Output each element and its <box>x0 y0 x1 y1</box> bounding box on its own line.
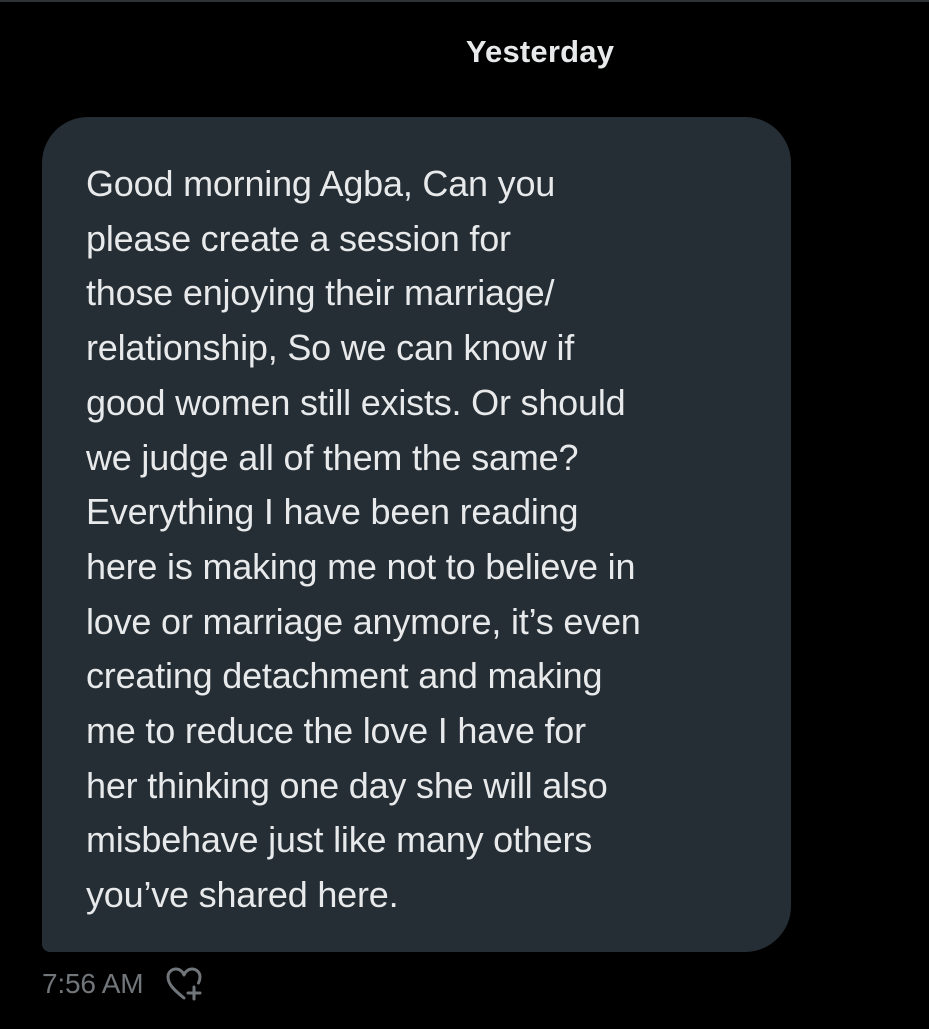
heart-plus-icon <box>166 967 202 1001</box>
dm-conversation-view: Yesterday Good morning Agba, Can you ple… <box>0 0 929 1029</box>
message-text: Good morning Agba, Can you please create… <box>86 163 641 916</box>
add-reaction-button[interactable] <box>163 962 207 1006</box>
top-divider <box>0 0 929 2</box>
message-meta: 7:56 AM <box>42 962 207 1006</box>
date-divider: Yesterday <box>465 34 615 69</box>
message-bubble[interactable]: Good morning Agba, Can you please create… <box>42 117 791 952</box>
message-timestamp: 7:56 AM <box>42 968 144 999</box>
